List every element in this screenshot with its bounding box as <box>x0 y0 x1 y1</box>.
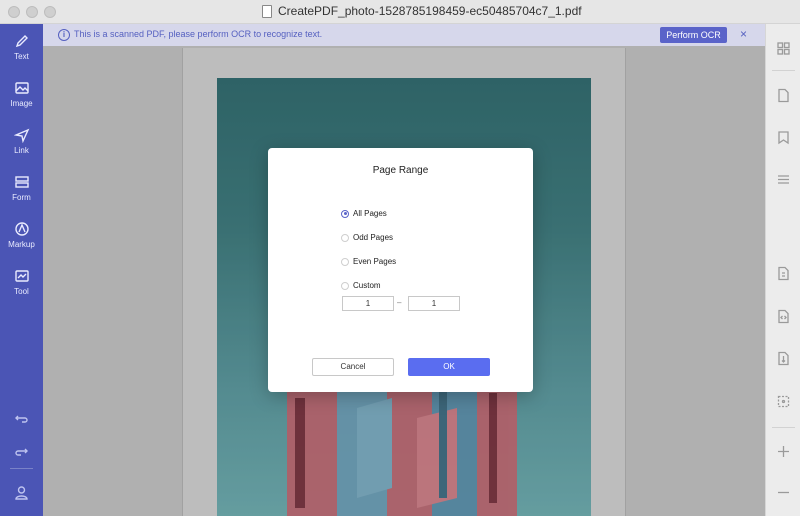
zoom-window-button[interactable] <box>44 6 56 18</box>
left-sidebar: Text Image Link Form Markup Tool <box>0 24 43 516</box>
sidebar-item-label: Image <box>10 99 33 108</box>
convert-icon[interactable] <box>776 309 791 324</box>
zoom-in-icon[interactable] <box>776 444 791 459</box>
toolbox-icon <box>14 268 30 284</box>
undo-icon[interactable] <box>14 411 29 426</box>
range-separator: – <box>397 298 402 307</box>
sidebar-item-label: Form <box>12 193 31 202</box>
ocr-banner-message: This is a scanned PDF, please perform OC… <box>74 29 323 39</box>
window-title-text: CreatePDF_photo-1528785198459-ec50485704… <box>278 4 582 18</box>
toolbar-divider <box>772 427 795 428</box>
sidebar-item-text[interactable]: Text <box>0 33 43 61</box>
thumbnails-icon[interactable] <box>776 41 791 56</box>
page-icon[interactable] <box>776 88 791 103</box>
redo-icon[interactable] <box>14 444 29 459</box>
radio-label: Odd Pages <box>353 233 394 242</box>
sidebar-divider <box>10 468 33 469</box>
bookmark-icon[interactable] <box>776 130 791 145</box>
extract-icon[interactable] <box>776 266 791 281</box>
document-icon <box>262 4 272 18</box>
sidebar-item-label: Link <box>14 146 29 155</box>
ok-button[interactable]: OK <box>408 358 490 376</box>
radio-even-pages[interactable]: Even Pages <box>341 257 396 266</box>
minimize-window-button[interactable] <box>26 6 38 18</box>
compress-icon[interactable] <box>776 351 791 366</box>
radio-label: Custom <box>353 281 381 290</box>
radio-all-pages[interactable]: All Pages <box>341 209 387 218</box>
sidebar-item-label: Markup <box>8 240 35 249</box>
pencil-icon <box>14 33 30 49</box>
sidebar-item-image[interactable]: Image <box>0 80 43 108</box>
sidebar-item-link[interactable]: Link <box>0 127 43 155</box>
sidebar-item-label: Text <box>14 52 29 61</box>
range-to-input[interactable]: 1 <box>408 296 460 311</box>
outline-icon[interactable] <box>776 172 791 187</box>
window-title: CreatePDF_photo-1528785198459-ec50485704… <box>262 4 582 18</box>
close-window-button[interactable] <box>8 6 20 18</box>
link-icon <box>12 127 30 144</box>
perform-ocr-button[interactable]: Perform OCR <box>660 27 727 43</box>
sidebar-item-label: Tool <box>14 287 29 296</box>
radio-custom[interactable]: Custom <box>341 281 381 290</box>
cancel-button[interactable]: Cancel <box>312 358 394 376</box>
sidebar-item-form[interactable]: Form <box>0 174 43 202</box>
user-icon[interactable] <box>14 485 29 500</box>
radio-button[interactable] <box>341 209 349 218</box>
title-bar: CreatePDF_photo-1528785198459-ec50485704… <box>0 0 800 24</box>
info-icon: i <box>58 29 70 41</box>
sidebar-item-tool[interactable]: Tool <box>0 268 43 296</box>
zoom-out-icon[interactable] <box>776 485 791 500</box>
radio-label: Even Pages <box>353 257 397 266</box>
close-icon[interactable]: × <box>740 27 747 41</box>
sidebar-item-markup[interactable]: Markup <box>0 221 43 249</box>
ocr-banner: i This is a scanned PDF, please perform … <box>43 24 765 46</box>
radio-label: All Pages <box>353 209 387 218</box>
radio-button[interactable] <box>341 257 349 266</box>
toolbar-divider <box>772 70 795 71</box>
markup-icon <box>14 221 30 237</box>
page-range-dialog: Page Range All Pages Odd Pages Even Page… <box>268 148 533 392</box>
image-icon <box>14 80 30 96</box>
radio-button[interactable] <box>341 281 349 290</box>
crop-icon[interactable] <box>776 394 791 409</box>
right-toolbar <box>765 24 800 516</box>
range-from-input[interactable]: 1 <box>342 296 394 311</box>
radio-odd-pages[interactable]: Odd Pages <box>341 233 393 242</box>
form-icon <box>14 174 30 190</box>
radio-button[interactable] <box>341 233 349 242</box>
dialog-title: Page Range <box>372 165 429 176</box>
